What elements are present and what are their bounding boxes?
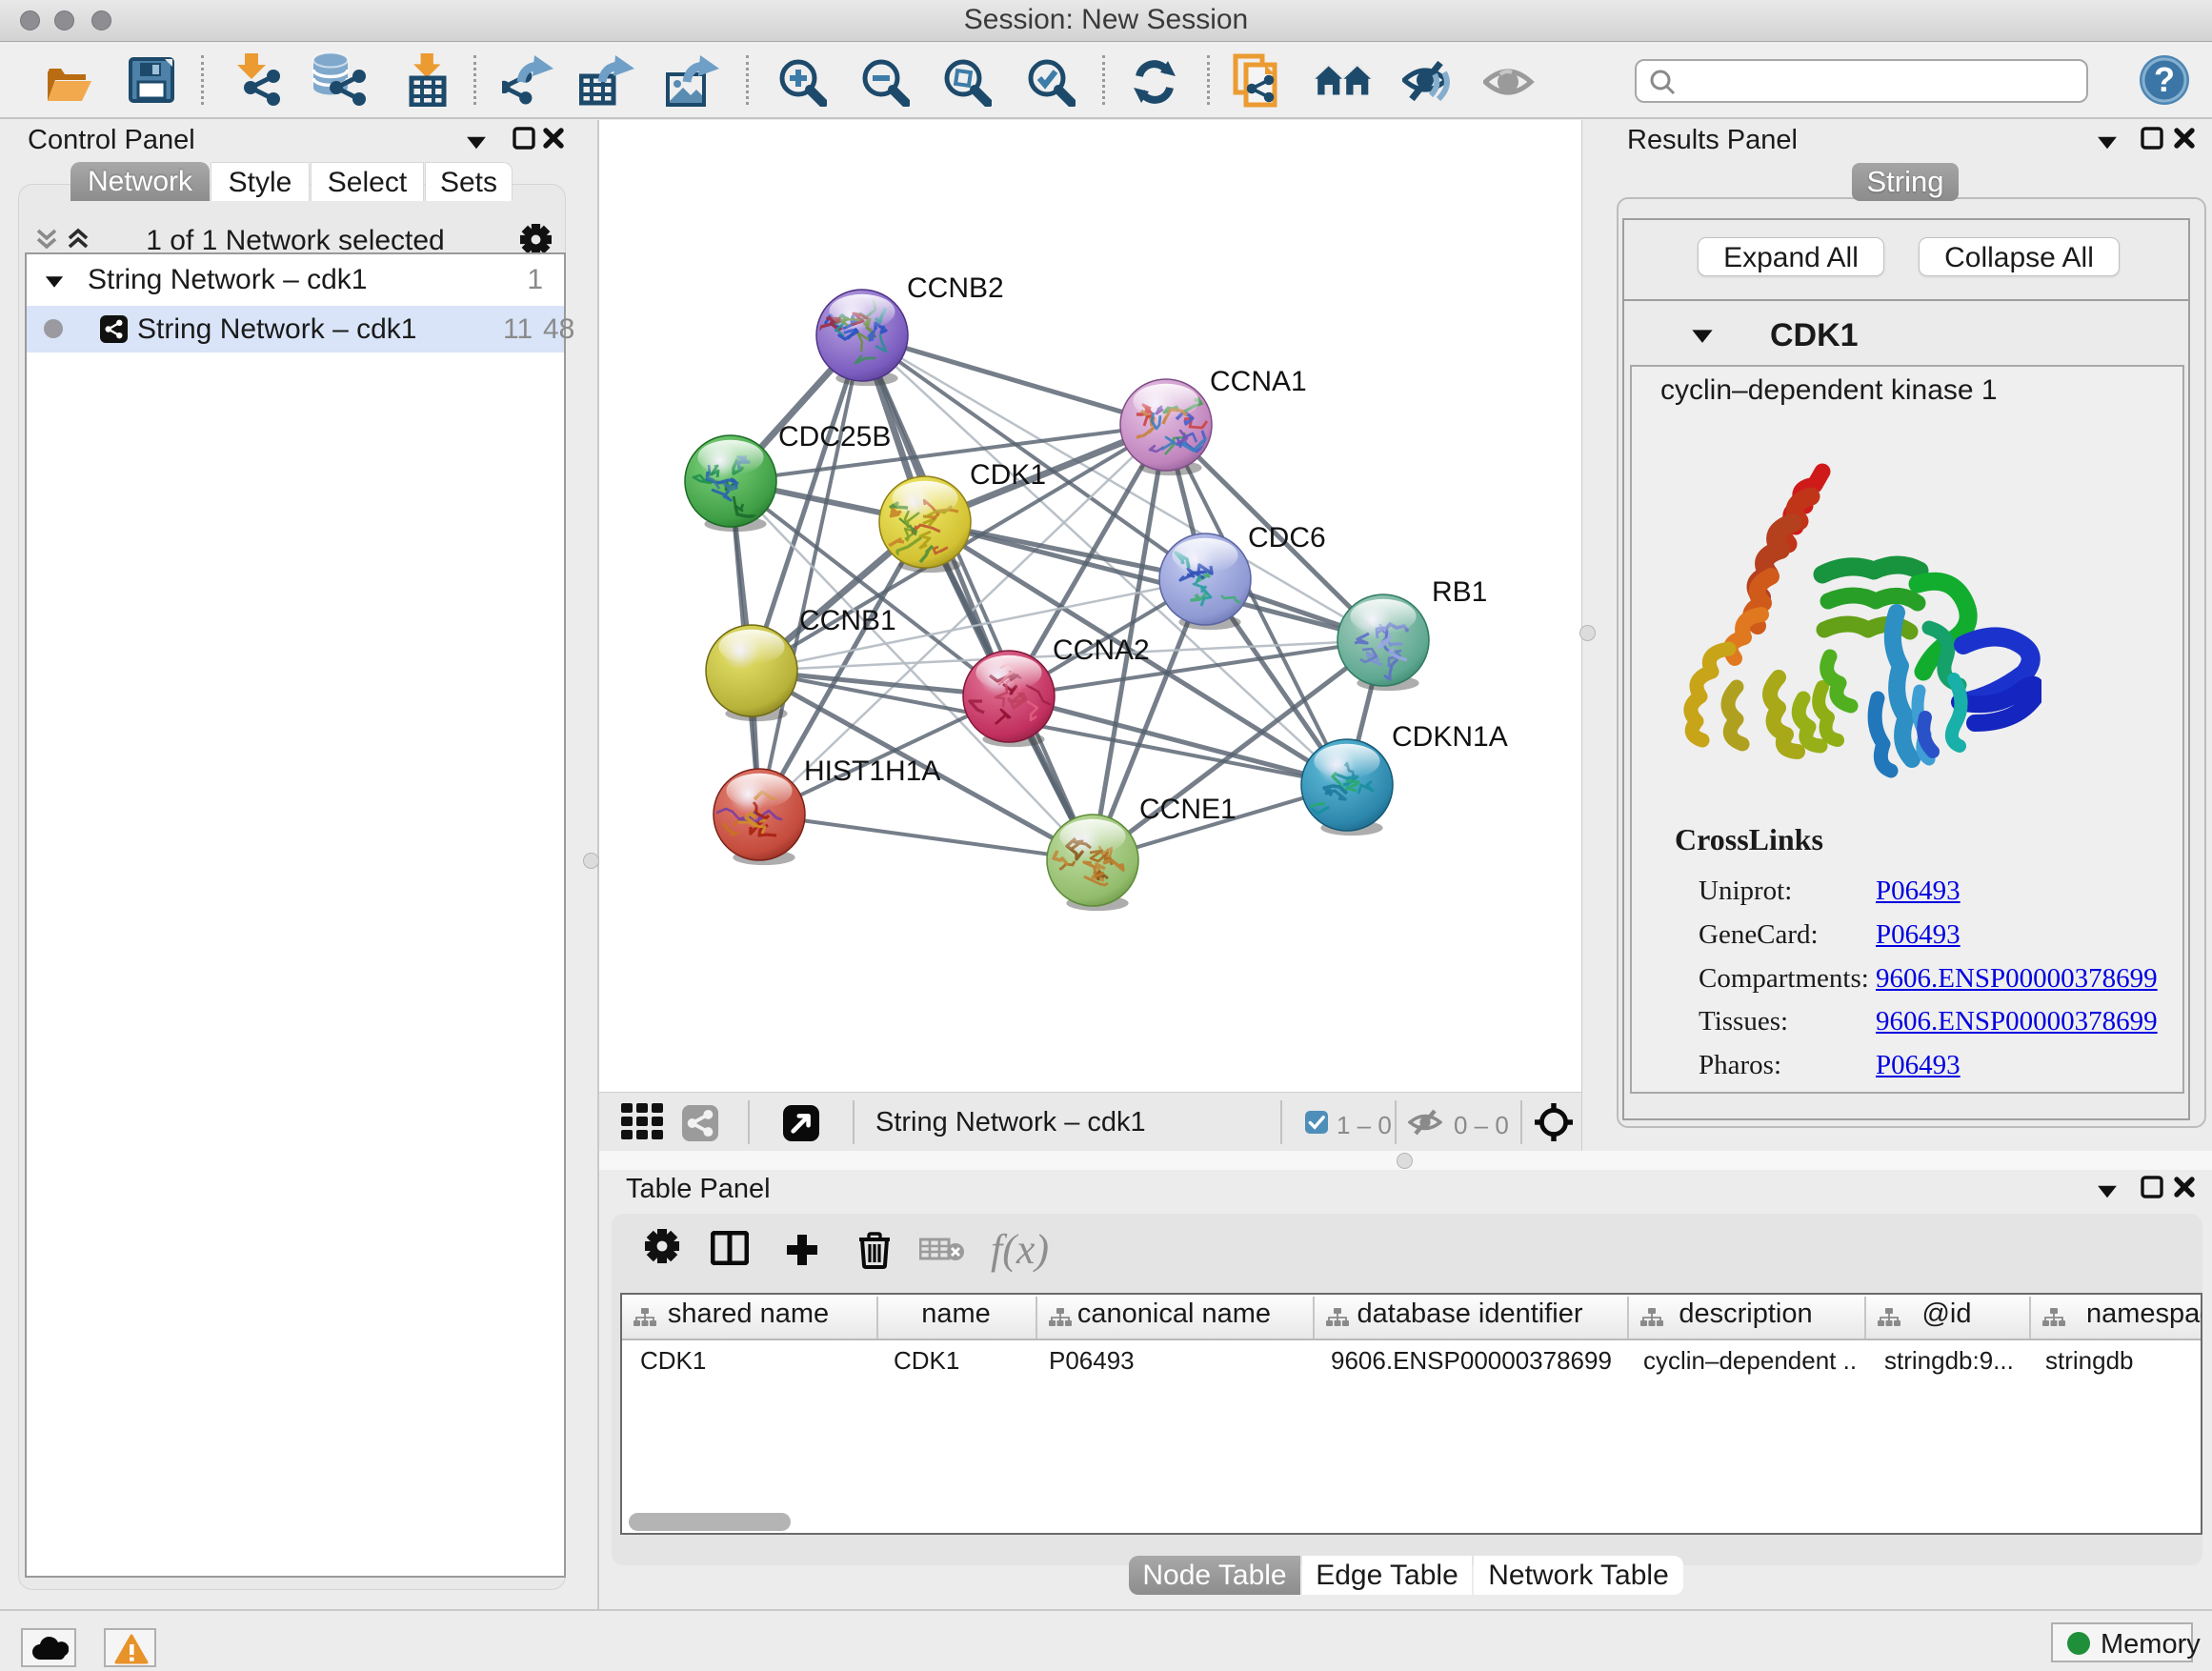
svg-text:CDC6: CDC6 xyxy=(1248,522,1326,554)
svg-text:CDK1: CDK1 xyxy=(970,459,1046,491)
svg-text:CCNA1: CCNA1 xyxy=(1210,366,1307,397)
svg-text:CCNB1: CCNB1 xyxy=(799,605,896,636)
svg-text:CCNA2: CCNA2 xyxy=(1053,634,1150,666)
svg-text:CCNE1: CCNE1 xyxy=(1139,794,1237,825)
svg-text:CCNB2: CCNB2 xyxy=(907,272,1004,304)
svg-text:HIST1H1A: HIST1H1A xyxy=(804,755,940,787)
svg-text:?: ? xyxy=(2154,60,2175,99)
svg-text:CDC25B: CDC25B xyxy=(778,421,891,453)
svg-text:CDKN1A: CDKN1A xyxy=(1392,721,1508,753)
svg-text:RB1: RB1 xyxy=(1432,576,1487,608)
